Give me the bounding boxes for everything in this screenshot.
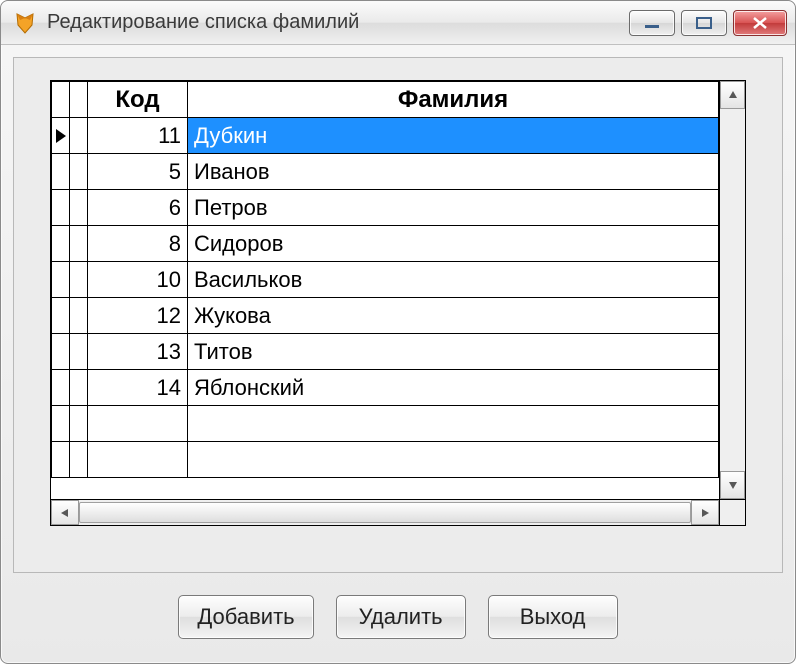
scroll-down-button[interactable] [720,471,745,499]
empty-cell[interactable] [70,442,88,478]
close-button[interactable] [733,10,787,36]
delete-mark-cell[interactable] [70,334,88,370]
horizontal-scrollbar[interactable] [51,499,719,525]
table-row[interactable]: 10Васильков [52,262,719,298]
cell-name[interactable]: Васильков [188,262,719,298]
cell-code[interactable]: 5 [88,154,188,190]
window-controls [629,10,787,36]
client-area: Код Фамилия 11Дубкин5Иванов6Петров8Сидор… [13,57,783,573]
table-row[interactable]: 5Иванов [52,154,719,190]
delete-mark-cell[interactable] [70,298,88,334]
cell-name[interactable]: Сидоров [188,226,719,262]
titlebar[interactable]: Редактирование списка фамилий [1,1,795,45]
data-grid[interactable]: Код Фамилия 11Дубкин5Иванов6Петров8Сидор… [50,80,746,526]
add-button[interactable]: Добавить [178,595,313,639]
empty-cell[interactable] [52,406,70,442]
app-fox-icon [13,11,37,35]
scroll-corner [719,499,745,525]
button-bar: Добавить Удалить Выход [1,595,795,639]
scroll-right-button[interactable] [691,500,719,525]
cell-code[interactable]: 14 [88,370,188,406]
empty-cell[interactable] [52,442,70,478]
cell-code[interactable]: 10 [88,262,188,298]
record-pointer-icon [52,370,70,406]
cell-code[interactable]: 11 [88,118,188,154]
h-scroll-track[interactable] [79,500,691,525]
empty-cell[interactable] [188,442,719,478]
header-row: Код Фамилия [52,82,719,118]
delete-mark-cell[interactable] [70,262,88,298]
cell-name[interactable]: Жукова [188,298,719,334]
empty-cell[interactable] [70,406,88,442]
cell-name[interactable]: Титов [188,334,719,370]
table-row[interactable]: 12Жукова [52,298,719,334]
record-pointer-icon [52,334,70,370]
header-name[interactable]: Фамилия [188,82,719,118]
delete-mark-cell[interactable] [70,226,88,262]
record-pointer-icon [52,262,70,298]
record-pointer-icon [52,154,70,190]
delete-mark-cell[interactable] [70,370,88,406]
empty-cell[interactable] [188,406,719,442]
record-pointer-icon [52,118,70,154]
record-pointer-icon [52,226,70,262]
table-row[interactable]: 6Петров [52,190,719,226]
scroll-up-button[interactable] [720,81,745,109]
maximize-button[interactable] [681,10,727,36]
table-row[interactable]: 14Яблонский [52,370,719,406]
cell-code[interactable]: 12 [88,298,188,334]
scroll-left-button[interactable] [51,500,79,525]
table-row[interactable]: 13Титов [52,334,719,370]
cell-name[interactable]: Дубкин [188,118,719,154]
empty-cell[interactable] [88,442,188,478]
record-pointer-icon [52,190,70,226]
minimize-button[interactable] [629,10,675,36]
window: Редактирование списка фамилий [0,0,796,664]
header-delete-marker [70,82,88,118]
v-scroll-track[interactable] [720,109,745,471]
table-row[interactable]: 8Сидоров [52,226,719,262]
cell-code[interactable]: 6 [88,190,188,226]
cell-code[interactable]: 13 [88,334,188,370]
window-title: Редактирование списка фамилий [47,11,629,34]
record-pointer-icon [52,298,70,334]
vertical-scrollbar[interactable] [719,81,745,499]
cell-code[interactable]: 8 [88,226,188,262]
cell-name[interactable]: Яблонский [188,370,719,406]
delete-button[interactable]: Удалить [336,595,466,639]
cell-name[interactable]: Петров [188,190,719,226]
table-row[interactable] [52,406,719,442]
exit-button[interactable]: Выход [488,595,618,639]
header-code[interactable]: Код [88,82,188,118]
table-row[interactable] [52,442,719,478]
cell-name[interactable]: Иванов [188,154,719,190]
table-row[interactable]: 11Дубкин [52,118,719,154]
empty-cell[interactable] [88,406,188,442]
delete-mark-cell[interactable] [70,118,88,154]
delete-mark-cell[interactable] [70,190,88,226]
delete-mark-cell[interactable] [70,154,88,190]
h-scroll-thumb[interactable] [79,502,691,523]
header-record-marker [52,82,70,118]
